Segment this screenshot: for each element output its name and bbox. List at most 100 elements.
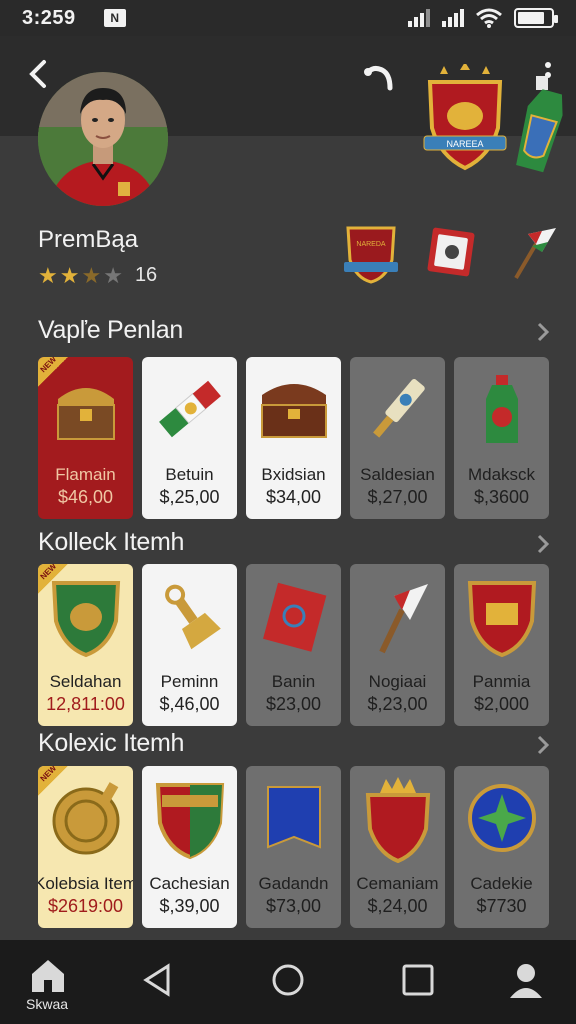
item-name: Cemaniam xyxy=(356,874,439,893)
new-ribbon: NEW xyxy=(38,766,70,798)
item-card[interactable]: NEW Flamain $46,00 xyxy=(38,357,133,519)
item-name: Peminn xyxy=(160,672,219,691)
status-bar: 3:259 N xyxy=(0,0,576,36)
item-card[interactable]: Betuin $,25,00 xyxy=(142,357,237,519)
home-nav-label: Skwaa xyxy=(26,996,69,1012)
status-icons xyxy=(408,8,558,28)
home-icon[interactable] xyxy=(26,954,70,998)
item-row-1: NEW Flamain $46,00 Betuin $,25,00 Bxidsi… xyxy=(38,357,549,519)
item-card[interactable]: Cemaniam $,24,00 xyxy=(350,766,445,928)
section-title-kolleck: Kolleck Itemh xyxy=(38,528,185,556)
flag-icon xyxy=(262,582,326,652)
item-card[interactable]: Bxidsian $34,00 xyxy=(246,357,341,519)
treasure-chest-icon xyxy=(260,384,327,438)
item-name: Mdaksck xyxy=(467,465,536,484)
battery-icon xyxy=(514,8,558,28)
star-filled-icon: ★ xyxy=(38,262,58,288)
section-title-vaple: Vapľe Penlan xyxy=(38,316,184,344)
item-price: $23,00 xyxy=(265,694,322,714)
item-name: Gadandn xyxy=(258,874,329,893)
chevron-right-icon[interactable] xyxy=(534,733,552,757)
rating-count: 16 xyxy=(134,264,158,286)
item-price: $7730 xyxy=(476,896,527,916)
recents-nav-icon[interactable] xyxy=(396,958,440,1002)
back-nav-icon[interactable] xyxy=(136,958,180,1002)
item-row-3: NEW Kolebsia Item $2619:00 Cachesian $,3… xyxy=(38,766,549,928)
item-name: Flamain xyxy=(55,465,116,484)
item-price: $,23,00 xyxy=(367,694,428,714)
item-card[interactable]: Banin $23,00 xyxy=(246,564,341,726)
cell-signal-icon xyxy=(408,9,430,27)
chevron-right-icon[interactable] xyxy=(534,320,552,344)
rating: ★ ★ ★ ★ 16 xyxy=(38,264,157,287)
item-price: $,27,00 xyxy=(367,487,428,507)
chevron-right-icon[interactable] xyxy=(534,532,552,556)
item-name: Bxidsian xyxy=(261,465,326,484)
status-time: 3:259 xyxy=(22,6,76,29)
scarf-icon xyxy=(158,380,221,438)
item-card[interactable]: Saldesian $,27,00 xyxy=(350,357,445,519)
new-ribbon: NEW xyxy=(38,357,70,389)
item-card[interactable]: Cadekie $7730 xyxy=(454,766,549,928)
star-half-icon: ★ xyxy=(81,262,102,288)
item-name: Seldahan xyxy=(49,672,122,691)
item-price: $73,00 xyxy=(265,896,322,916)
item-name: Banin xyxy=(271,672,316,691)
player-portrait-icon xyxy=(38,72,168,206)
item-name: Kolebsia Item xyxy=(38,874,133,893)
item-price: $34,00 xyxy=(265,487,322,507)
crown-shield-icon xyxy=(365,777,430,863)
home-nav-icon[interactable] xyxy=(266,958,310,1002)
item-name: Betuin xyxy=(165,465,214,484)
item-name: Cadekie xyxy=(470,874,533,893)
pennant-icon xyxy=(378,584,428,654)
profile-name: PremBąa xyxy=(38,226,139,253)
item-price: $2619:00 xyxy=(47,896,124,916)
mini-badges: NAREDA xyxy=(342,222,560,284)
star-filled-icon: ★ xyxy=(59,262,80,288)
profile-icon[interactable] xyxy=(504,958,548,1002)
mini-flag-icon[interactable] xyxy=(422,222,480,284)
star-empty-icon: ★ xyxy=(103,262,123,288)
section-title-kolexic: Kolexic Itemh xyxy=(38,729,185,757)
mini-pennant-icon[interactable] xyxy=(502,222,560,284)
back-button[interactable] xyxy=(24,54,54,94)
bottle-icon[interactable] xyxy=(514,76,566,176)
cell-signal-2-icon xyxy=(442,9,464,27)
notification-icon: N xyxy=(103,9,126,27)
avatar[interactable] xyxy=(38,72,168,206)
item-price: $,24,00 xyxy=(367,896,428,916)
item-price: $,3600 xyxy=(473,487,530,507)
item-row-2: NEW Seldahan 12,811:00 Peminn $,46,00 Ba… xyxy=(38,564,549,726)
bell-icon xyxy=(164,584,221,650)
item-card[interactable]: Cachesian $,39,00 xyxy=(142,766,237,928)
item-card[interactable]: Nogiaai $,23,00 xyxy=(350,564,445,726)
crest-text: NAREEA xyxy=(446,139,483,149)
item-card[interactable]: Mdaksck $,3600 xyxy=(454,357,549,519)
item-price: $46,00 xyxy=(57,487,114,507)
crest-icon xyxy=(467,581,536,658)
item-card[interactable]: Peminn $,46,00 xyxy=(142,564,237,726)
emblem-icon xyxy=(467,784,536,852)
item-name: Panmia xyxy=(472,672,531,691)
wifi-icon xyxy=(476,8,502,28)
new-ribbon: NEW xyxy=(38,564,70,596)
bottom-nav xyxy=(0,940,576,1024)
bottle-icon xyxy=(485,375,518,443)
item-price: $,39,00 xyxy=(159,896,220,916)
item-price: $2,000 xyxy=(473,694,530,714)
item-name: Nogiaai xyxy=(368,672,427,691)
item-price: $,25,00 xyxy=(159,487,220,507)
item-card[interactable]: Gadandn $73,00 xyxy=(246,766,341,928)
mini-crest-text: NAREDA xyxy=(356,241,386,248)
item-name: Cachesian xyxy=(149,874,230,893)
item-price: $,46,00 xyxy=(159,694,220,714)
share-icon[interactable] xyxy=(362,60,396,94)
item-price: 12,811:00 xyxy=(46,694,125,714)
club-crest-icon[interactable]: NAREEA xyxy=(420,64,510,174)
item-card[interactable]: NEW Seldahan 12,811:00 xyxy=(38,564,133,726)
item-card[interactable]: NEW Kolebsia Item $2619:00 xyxy=(38,766,133,928)
item-name: Saldesian xyxy=(360,465,435,484)
mini-crest-icon[interactable]: NAREDA xyxy=(342,222,400,284)
item-card[interactable]: Panmia $2,000 xyxy=(454,564,549,726)
